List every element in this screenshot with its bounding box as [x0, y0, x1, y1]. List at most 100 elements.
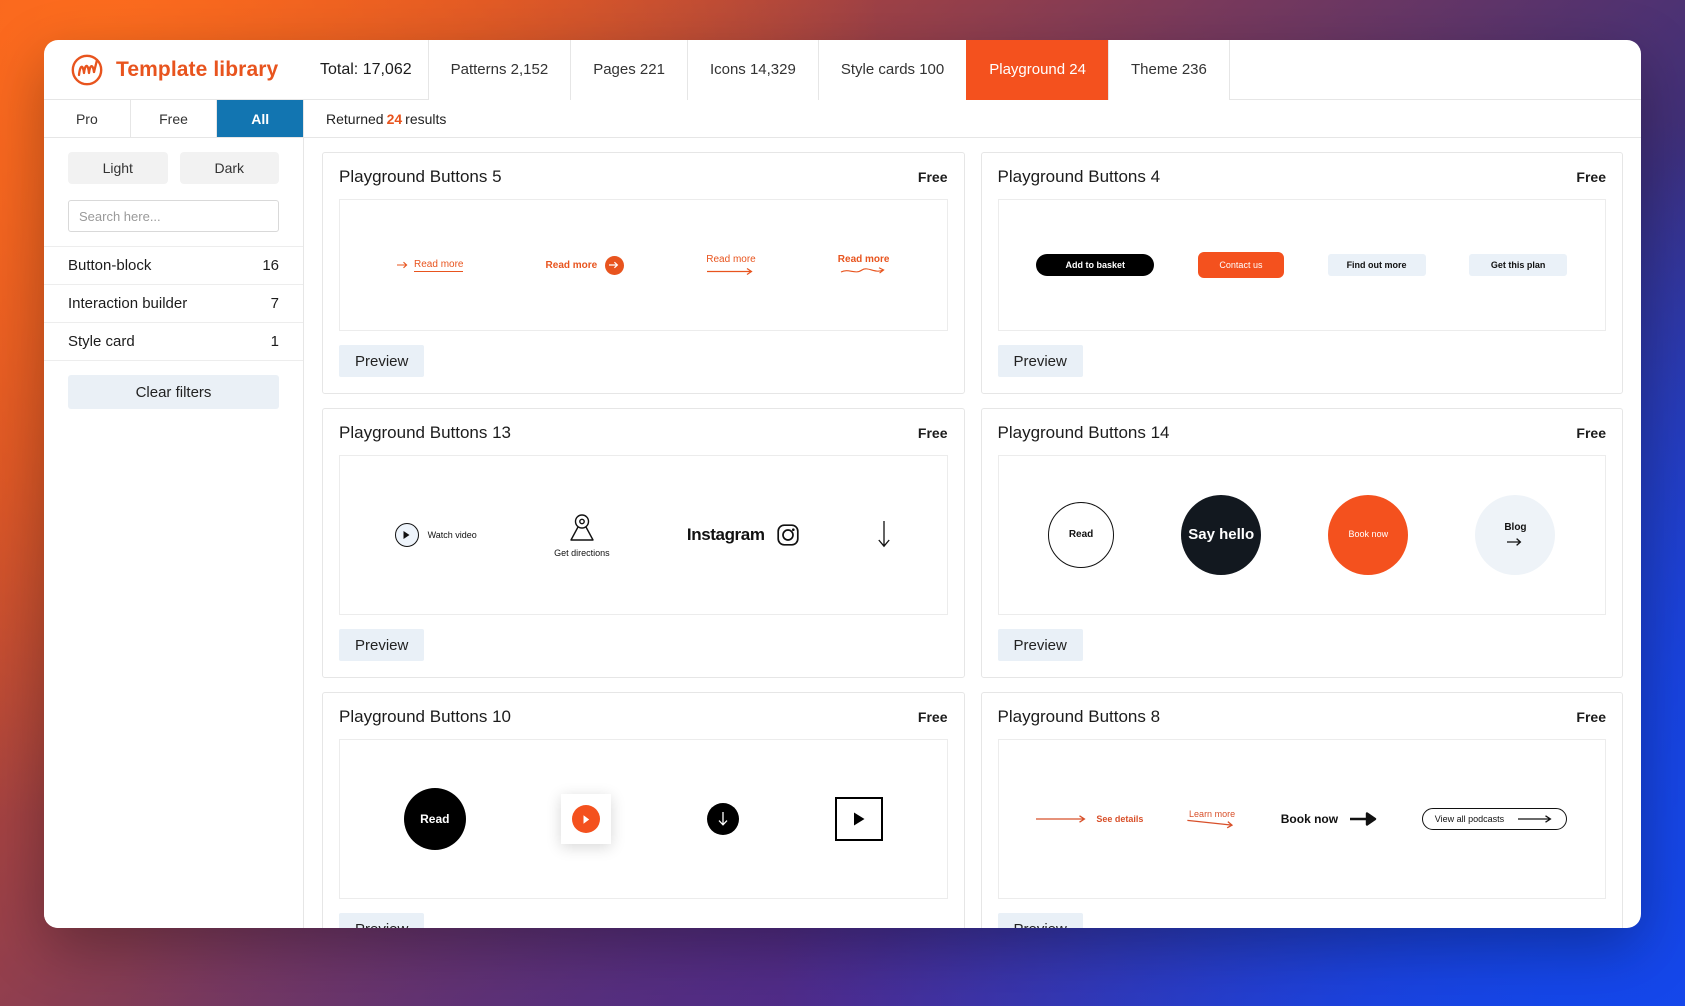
map-pin-icon	[570, 513, 594, 541]
scribble-arrow-icon	[840, 267, 885, 274]
tab-icons[interactable]: Icons 14,329	[686, 40, 818, 100]
specimen-see-details[interactable]: See details	[1036, 814, 1143, 824]
specimen-watch-video[interactable]: Watch video	[394, 523, 477, 547]
specimen-download-circle[interactable]	[707, 803, 740, 835]
specimen-get-this-plan[interactable]: Get this plan	[1469, 254, 1568, 276]
category-tabs: Patterns 2,152 Pages 221 Icons 14,329 St…	[427, 40, 1230, 100]
app-body: Pro Free All Light Dark Button-block 16 …	[44, 100, 1641, 928]
card-header: Playground Buttons 8 Free	[998, 707, 1607, 727]
specimen-book-now-circle[interactable]: Book now	[1328, 495, 1409, 575]
specimen-label: Get directions	[554, 547, 610, 558]
app-header: Template library Total: 17,062 Patterns …	[44, 40, 1641, 100]
specimen-instagram[interactable]: Instagram	[687, 524, 799, 546]
card-title: Playground Buttons 14	[997, 423, 1170, 442]
arrow-right-icon	[397, 261, 408, 269]
specimen-label: Read more	[706, 254, 756, 265]
facet-count: 1	[270, 333, 279, 350]
tone-light-button[interactable]: Light	[68, 152, 168, 184]
instagram-icon	[776, 524, 799, 546]
card-playground-buttons-4: Playground Buttons 4 Free Add to basket …	[980, 152, 1623, 394]
tone-filter-group: Light Dark	[44, 138, 303, 192]
clear-filters-section: Clear filters	[44, 360, 303, 409]
specimen-label: Read	[403, 788, 466, 850]
facet-button-block[interactable]: Button-block 16	[44, 246, 303, 284]
card-header: Playground Buttons 13 Free	[339, 423, 948, 443]
tab-patterns[interactable]: Patterns 2,152	[427, 40, 571, 100]
preview-button[interactable]: Preview	[339, 629, 425, 661]
preview-button[interactable]: Preview	[339, 913, 425, 928]
play-card-icon	[561, 794, 612, 844]
card-playground-buttons-8: Playground Buttons 8 Free See details Le…	[980, 692, 1623, 928]
card-license-badge: Free	[1576, 425, 1606, 441]
tone-dark-button[interactable]: Dark	[179, 152, 279, 184]
specimen-view-all-podcasts[interactable]: View all podcasts	[1421, 808, 1568, 830]
segment-all[interactable]: All	[217, 100, 304, 137]
total-count-label: Total: 17,062	[320, 60, 412, 78]
long-arrow-right-icon	[1518, 815, 1552, 823]
facet-count: 16	[262, 257, 279, 274]
specimen-find-out-more[interactable]: Find out more	[1327, 254, 1426, 276]
card-header: Playground Buttons 5 Free	[339, 167, 948, 187]
specimen-read-more-circle-arrow[interactable]: Read more	[545, 255, 625, 275]
clear-filters-button[interactable]: Clear filters	[68, 375, 279, 409]
preview-button[interactable]: Preview	[997, 913, 1083, 928]
preview-button[interactable]: Preview	[997, 629, 1083, 661]
specimen-read-more-scribble-arrow[interactable]: Read more	[838, 254, 889, 276]
circle-arrow-icon	[605, 255, 625, 275]
specimen-play-box[interactable]	[834, 797, 883, 841]
brand: Template library	[70, 53, 302, 87]
card-license-badge: Free	[1576, 169, 1606, 185]
swirl-logo-icon	[70, 53, 104, 87]
preview-button[interactable]: Preview	[339, 345, 425, 377]
facet-count: 7	[270, 295, 279, 312]
card-playground-buttons-10: Playground Buttons 10 Free Read	[322, 692, 965, 928]
download-arrow-icon	[707, 803, 740, 835]
specimen-read-circle-outline[interactable]: Read	[1048, 502, 1115, 568]
cards-scroll-area[interactable]: Playground Buttons 5 Free Read more Read…	[304, 138, 1641, 928]
specimen-contact-us[interactable]: Contact us	[1197, 252, 1284, 278]
preview-button[interactable]: Preview	[997, 345, 1083, 377]
card-title: Playground Buttons 5	[339, 167, 502, 186]
specimen-learn-more[interactable]: Learn more	[1187, 809, 1237, 829]
long-arrow-right-icon	[1036, 815, 1086, 823]
segment-free[interactable]: Free	[130, 100, 218, 137]
specimen-play-card[interactable]	[561, 794, 612, 844]
card-preview-canvas: Watch video Get directions Instagram	[339, 455, 948, 615]
facet-interaction-builder[interactable]: Interaction builder 7	[44, 284, 303, 322]
tab-theme[interactable]: Theme 236	[1107, 40, 1230, 100]
card-preview-canvas: See details Learn more Book now View all…	[997, 739, 1606, 899]
specimen-blog-circle[interactable]: Blog	[1475, 495, 1556, 575]
facet-style-card[interactable]: Style card 1	[44, 322, 303, 360]
card-license-badge: Free	[917, 169, 948, 185]
specimen-read-circle[interactable]: Read	[403, 788, 466, 850]
tab-playground[interactable]: Playground 24	[966, 40, 1108, 100]
card-preview-canvas: Read	[339, 739, 948, 899]
specimen-say-hello-circle[interactable]: Say hello	[1181, 495, 1262, 575]
card-header: Playground Buttons 4 Free	[998, 167, 1607, 187]
specimen-arrow-down[interactable]	[876, 521, 892, 549]
specimen-add-to-basket[interactable]: Add to basket	[1036, 254, 1155, 276]
play-circle-icon	[394, 523, 419, 547]
search-input[interactable]	[68, 200, 279, 232]
specimen-read-more-long-arrow[interactable]: Read more	[706, 254, 756, 276]
play-circle-orange-icon	[572, 805, 601, 833]
card-playground-buttons-14: Playground Buttons 14 Free Read Say hell…	[980, 408, 1623, 678]
specimen-label: Read more	[545, 259, 598, 271]
card-header: Playground Buttons 10 Free	[339, 707, 948, 727]
tab-style-cards[interactable]: Style cards 100	[817, 40, 967, 100]
segment-pro[interactable]: Pro	[44, 100, 131, 137]
card-title: Playground Buttons 4	[997, 167, 1161, 186]
card-license-badge: Free	[1576, 709, 1606, 725]
results-prefix: Returned	[326, 110, 384, 127]
specimen-label: Watch video	[427, 530, 477, 540]
tab-pages[interactable]: Pages 221	[570, 40, 687, 100]
filter-sidebar: Pro Free All Light Dark Button-block 16 …	[44, 100, 304, 928]
facet-label: Style card	[68, 333, 135, 350]
specimen-get-directions[interactable]: Get directions	[554, 513, 610, 558]
card-playground-buttons-13: Playground Buttons 13 Free Watch video G…	[322, 408, 965, 678]
specimen-book-now[interactable]: Book now	[1281, 812, 1378, 826]
card-license-badge: Free	[917, 709, 948, 725]
arrow-down-icon	[878, 521, 890, 548]
play-box-icon	[834, 797, 883, 841]
specimen-read-more-arrow-left[interactable]: Read more	[397, 259, 464, 272]
